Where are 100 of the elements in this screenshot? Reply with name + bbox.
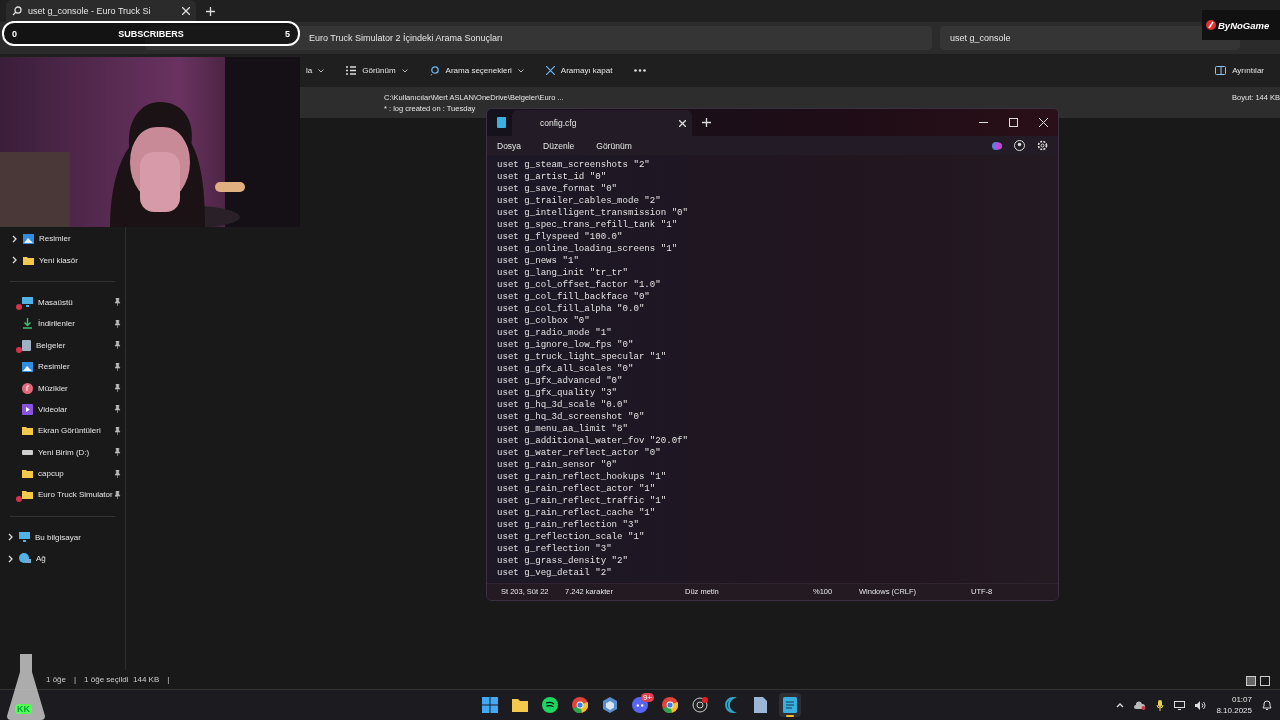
menu-item[interactable]: Görünüm [596, 140, 632, 151]
pin-icon[interactable] [114, 298, 121, 307]
pin-icon[interactable] [114, 426, 121, 435]
monitor-icon [19, 532, 30, 543]
code-line: uset g_rain_reflect_cache "1" [497, 506, 656, 519]
code-line: uset g_online_loading_screens "1" [497, 242, 678, 255]
code-line: uset g_radio_mode "1" [497, 326, 612, 339]
pin-icon[interactable] [114, 469, 121, 478]
search-options-icon [429, 65, 440, 76]
sidebar-item[interactable]: Müzikler [0, 377, 125, 399]
code-line: uset g_rain_reflect_actor "1" [497, 482, 656, 495]
folder-icon [22, 469, 33, 479]
caret-icon [401, 68, 408, 73]
code-line: uset g_ignore_low_fps "0" [497, 338, 634, 351]
code-line: uset g_steam_screenshots "2" [497, 158, 650, 171]
chevron-up-icon[interactable] [1116, 702, 1125, 708]
taskbar-app[interactable]: 9+ [629, 693, 651, 717]
code-line: uset g_news "1" [497, 254, 579, 267]
code-line: uset g_artist_id "0" [497, 170, 607, 183]
music-icon [22, 382, 33, 394]
pin-icon[interactable] [114, 405, 121, 414]
code-line: uset g_col_offset_factor "1.0" [497, 278, 661, 291]
pin-icon[interactable] [114, 341, 121, 350]
settings-icon[interactable] [1037, 140, 1048, 151]
details-button[interactable]: Ayrıntılar [1215, 66, 1264, 75]
speaker-icon[interactable] [1195, 700, 1207, 710]
folder-icon [22, 426, 33, 436]
toolbar-button[interactable]: Görünüm [346, 66, 408, 75]
menu-item[interactable]: Düzenle [543, 140, 575, 151]
toolbar-button[interactable]: la [306, 66, 325, 75]
sidebar-item[interactable]: Yeni klasör [0, 249, 125, 271]
chevron-icon[interactable] [12, 256, 18, 265]
network-icon [19, 553, 31, 565]
sidebar-item[interactable]: Euro Truck Simulator : [0, 484, 125, 506]
tiles-view-icon[interactable] [1260, 676, 1270, 686]
pin-icon[interactable] [114, 362, 121, 371]
pin-icon[interactable] [114, 319, 121, 328]
close-icon[interactable] [182, 7, 190, 15]
pin-icon[interactable] [114, 384, 121, 393]
code-line: uset g_menu_aa_limit "8" [497, 422, 628, 435]
close-icon[interactable] [679, 119, 686, 127]
sidebar-item[interactable]: Resimler [0, 228, 125, 250]
window-tab[interactable]: uset g_console - Euro Truck Si [6, 0, 196, 22]
download-icon [22, 318, 33, 330]
more-icon[interactable] [634, 69, 647, 72]
code-line: uset g_gfx_quality "3" [497, 386, 618, 399]
counter-value: 5 [284, 28, 290, 39]
clock[interactable]: 01:07 8.10.2025 [1216, 694, 1252, 716]
microphone-icon[interactable] [1156, 699, 1165, 711]
code-line: uset g_trailer_cables_mode "2" [497, 194, 661, 207]
status-text: 1 öğe [46, 675, 67, 684]
copilot-icon[interactable] [992, 140, 1002, 151]
tab-title: uset g_console - Euro Truck Si [28, 6, 152, 16]
notepad-icon [497, 117, 506, 129]
code-line: uset g_grass_density "2" [497, 554, 628, 567]
monitor-icon [22, 297, 33, 308]
sidebar-item[interactable]: Bu bilgisayar [0, 526, 125, 549]
account-icon[interactable] [1014, 140, 1025, 151]
code-line: uset g_additional_water_fov "20.0f" [497, 434, 688, 447]
sidebar-item[interactable]: Yeni Birim (D:) [0, 441, 125, 463]
toolbar-button[interactable]: Aramayı kapat [545, 66, 613, 75]
plus-icon[interactable] [206, 6, 215, 16]
maximize-icon [1008, 118, 1018, 128]
active-indicator [786, 715, 794, 717]
close-icon [545, 66, 555, 75]
pictures-icon [23, 233, 34, 244]
plus-icon[interactable] [702, 118, 711, 128]
menu-item[interactable]: Dosya [497, 140, 522, 151]
sidebar-item[interactable]: Belgeler [0, 334, 125, 356]
details-view-icon[interactable] [1246, 676, 1256, 686]
document-icon [22, 339, 31, 351]
chevron-icon[interactable] [12, 234, 18, 243]
code-line: uset g_spec_trans_refill_tank "1" [497, 218, 678, 231]
pin-icon[interactable] [114, 448, 121, 457]
chevron-icon[interactable] [8, 533, 14, 542]
sidebar-item[interactable]: Ağ [0, 548, 125, 570]
close-icon [1038, 118, 1048, 128]
code-line: uset g_hq_3d_scale "0.0" [497, 398, 628, 411]
sidebar-item[interactable]: Ekran Görüntüleri [0, 420, 125, 442]
sidebar-item[interactable]: İndirilenler [0, 313, 125, 335]
code-line: uset g_col_fill_backface "0" [497, 290, 650, 303]
code-line: uset g_hq_3d_screenshot "0" [497, 410, 645, 423]
bell-icon[interactable] [1262, 699, 1272, 711]
sidebar-item[interactable]: Videolar [0, 398, 125, 421]
chevron-icon[interactable] [8, 554, 14, 563]
code-line: uset g_rain_sensor "0" [497, 458, 618, 471]
editor-tab[interactable]: config.cfg [512, 110, 692, 137]
code-line: uset g_rain_reflect_hookups "1" [497, 470, 667, 483]
code-line: uset g_gfx_advanced "0" [497, 374, 623, 387]
pin-icon[interactable] [114, 491, 121, 499]
network-icon[interactable] [1174, 700, 1186, 710]
sidebar-item[interactable]: Masaüstü [0, 291, 125, 314]
cloud-error-icon[interactable] [1134, 700, 1147, 710]
toolbar-button[interactable]: Arama seçenekleri [429, 65, 524, 76]
video-icon [22, 403, 33, 415]
sidebar-item[interactable]: capcup [0, 462, 125, 485]
code-line: uset g_colbox "0" [497, 314, 590, 327]
folder-icon [23, 255, 34, 265]
sidebar-item[interactable]: Resimler [0, 355, 125, 378]
folder-icon[interactable] [512, 698, 528, 712]
